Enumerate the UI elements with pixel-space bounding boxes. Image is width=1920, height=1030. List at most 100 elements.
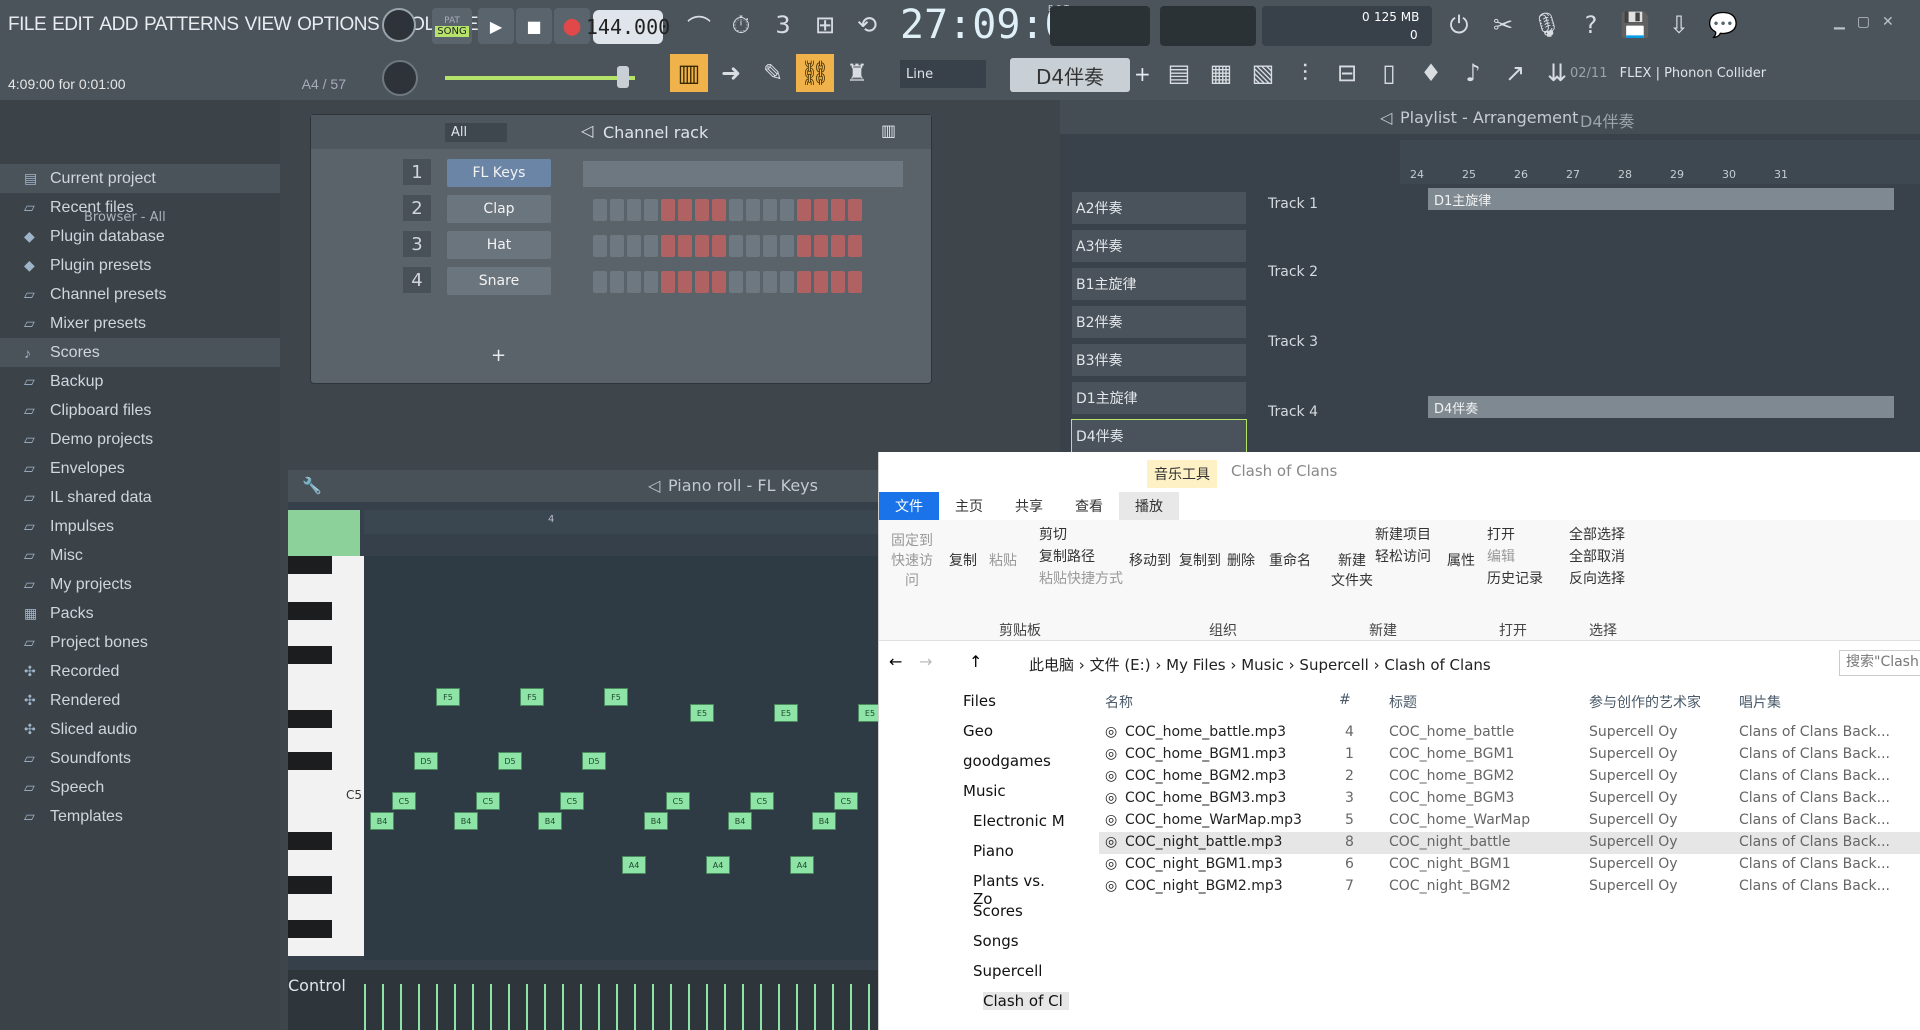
note[interactable]: B4 (644, 812, 668, 830)
paste-shortcut-button[interactable]: 粘贴快捷方式 (1039, 568, 1123, 588)
note[interactable]: A4 (622, 856, 646, 874)
new-item-button[interactable]: 新建项目 (1375, 524, 1431, 544)
note[interactable]: A4 (706, 856, 730, 874)
note[interactable]: C5 (666, 792, 690, 810)
track-label[interactable]: Track 2 (1268, 264, 1318, 280)
minimize-icon[interactable]: ▁ (1834, 14, 1845, 30)
table-row[interactable]: ◎ COC_home_BGM1.mp3 1 COC_home_BGM1 Supe… (1099, 744, 1920, 766)
note[interactable]: D5 (414, 752, 438, 770)
browser-item-speech[interactable]: ▱ Speech (0, 773, 280, 802)
plugin-info[interactable]: 02/11 FLEX | Phonon Collider (1570, 66, 1766, 81)
table-row[interactable]: ◎ COC_home_BGM2.mp3 2 COC_home_BGM2 Supe… (1099, 766, 1920, 788)
col-name[interactable]: 名称 (1105, 692, 1133, 712)
breadcrumb-item[interactable]: Supercell (1299, 656, 1368, 674)
timeline-ruler[interactable]: 4 (364, 510, 880, 534)
note[interactable]: C5 (560, 792, 584, 810)
browser-item-sliced-audio[interactable]: ✣ Sliced audio (0, 715, 280, 744)
pattern-selector[interactable]: D4伴奏 (1010, 58, 1130, 92)
note-grid[interactable]: F5 F5 F5 E5 E5 E5 D5 D5 D5 C5 C5 C5 C5 C… (364, 556, 882, 960)
note[interactable]: F5 (436, 688, 460, 706)
copy-button[interactable]: 复制 (949, 550, 977, 570)
master-volume-slider[interactable] (445, 76, 635, 80)
select-none-button[interactable]: 全部取消 (1569, 546, 1625, 566)
piano-keyboard[interactable]: C5 (288, 556, 364, 956)
browser-item-impulses[interactable]: ▱ Impulses (0, 512, 280, 541)
wait-input-icon[interactable]: ⏱ (722, 6, 760, 44)
breadcrumb-item[interactable]: Clash of Clans (1384, 656, 1490, 674)
master-volume-knob[interactable] (382, 8, 416, 42)
pattern-item[interactable]: B2伴奏 (1072, 306, 1246, 338)
channel-number[interactable]: 2 (403, 195, 431, 221)
pattern-item[interactable]: D4伴奏 (1071, 419, 1247, 453)
loop-record-icon[interactable]: ⟲ (848, 6, 886, 44)
pat-song-toggle[interactable]: PAT SONG (432, 8, 472, 44)
tab-file[interactable]: 文件 (879, 492, 939, 520)
music-tools-tab[interactable]: 音乐工具 (1147, 460, 1217, 488)
track-label[interactable]: Track 4 (1268, 404, 1318, 420)
paste-button[interactable]: 粘贴 (989, 550, 1017, 570)
nav-item[interactable]: Piano (973, 842, 1014, 860)
channel-number[interactable]: 4 (403, 267, 431, 293)
channel-name[interactable]: Snare (447, 267, 551, 295)
channel-name[interactable]: FL Keys (447, 159, 551, 187)
back-icon[interactable]: ← (889, 652, 902, 671)
breadcrumb-item[interactable]: My Files (1166, 656, 1226, 674)
export-icon[interactable]: ⇩ (1660, 6, 1698, 44)
microphone-icon[interactable]: 🎙 (1528, 6, 1566, 44)
browser-item-il-shared-data[interactable]: ▱ IL shared data (0, 483, 280, 512)
channel-filter[interactable]: All (445, 123, 508, 142)
browser-item-current-project[interactable]: ▤ Current project (0, 164, 280, 193)
document-icon[interactable]: ▯ (1370, 54, 1408, 92)
table-row[interactable]: ◎ COC_home_battle.mp3 4 COC_home_battle … (1099, 722, 1920, 744)
link-icon[interactable]: ⛓ (796, 54, 834, 92)
breadcrumb-item[interactable]: Music (1241, 656, 1284, 674)
maximize-icon[interactable]: ▢ (1857, 14, 1870, 30)
breadcrumb[interactable]: 此电脑 › 文件 (E:) › My Files › Music › Super… (1029, 654, 1491, 675)
browser-item-demo-projects[interactable]: ▱ Demo projects (0, 425, 280, 454)
tab-share[interactable]: 共享 (999, 492, 1059, 520)
browser-item-rendered[interactable]: ✣ Rendered (0, 686, 280, 715)
tab-play[interactable]: 播放 (1119, 492, 1179, 520)
history-button[interactable]: 历史记录 (1487, 568, 1543, 588)
up-icon[interactable]: ↑ (969, 652, 982, 671)
invert-selection-button[interactable]: 反向选择 (1569, 568, 1625, 588)
piano-roll-icon[interactable]: ▥ (670, 54, 708, 92)
pattern-item[interactable]: A2伴奏 (1072, 192, 1246, 224)
step-sequencer[interactable] (593, 271, 862, 293)
nav-item[interactable]: Music (963, 782, 1006, 800)
menu-add[interactable]: ADD (99, 14, 138, 36)
mixer-icon[interactable]: ▧ (1244, 54, 1282, 92)
channel-number[interactable]: 3 (403, 231, 431, 257)
tempo-display[interactable]: 144.000 (586, 10, 670, 44)
song-time[interactable]: 27:09:01 (900, 2, 1093, 50)
control-lane[interactable]: Control (288, 970, 880, 1030)
browser-item-plugin-presets[interactable]: ◆ Plugin presets (0, 251, 280, 280)
browser-item-scores[interactable]: ♪ Scores (0, 338, 280, 367)
track-label[interactable]: Track 3 (1268, 334, 1318, 350)
playlist-icon[interactable]: ▤ (1160, 54, 1198, 92)
breadcrumb-item[interactable]: 文件 (E:) (1090, 656, 1151, 674)
browser-item-backup[interactable]: ▱ Backup (0, 367, 280, 396)
playlist-clip[interactable]: D1主旋律 (1428, 188, 1894, 210)
help-icon[interactable]: ? (1572, 6, 1610, 44)
save-icon[interactable]: 💾 (1616, 6, 1654, 44)
countdown-icon[interactable]: 3 (764, 6, 802, 44)
note[interactable]: B4 (538, 812, 562, 830)
note[interactable]: E5 (774, 704, 798, 722)
browser-item-channel-presets[interactable]: ▱ Channel presets (0, 280, 280, 309)
note[interactable]: B4 (728, 812, 752, 830)
tab-view[interactable]: 查看 (1059, 492, 1119, 520)
browser-item-clipboard-files[interactable]: ▱ Clipboard files (0, 396, 280, 425)
browser-item-recent-files[interactable]: ▱ Recent files (0, 193, 280, 222)
nav-item[interactable]: Geo (963, 722, 993, 740)
track-label[interactable]: Track 1 (1268, 196, 1318, 212)
browser-item-templates[interactable]: ▱ Templates (0, 802, 280, 831)
tab-home[interactable]: 主页 (939, 492, 999, 520)
browser-item-envelopes[interactable]: ▱ Envelopes (0, 454, 280, 483)
note[interactable]: F5 (604, 688, 628, 706)
channel-name[interactable]: Clap (447, 195, 551, 223)
easy-access-button[interactable]: 轻松访问 (1375, 546, 1431, 566)
nav-item-selected[interactable]: Clash of Cl (983, 992, 1069, 1010)
browser-item-packs[interactable]: ▦ Packs (0, 599, 280, 628)
table-row[interactable]: ◎ COC_night_BGM1.mp3 6 COC_night_BGM1 Su… (1099, 854, 1920, 876)
